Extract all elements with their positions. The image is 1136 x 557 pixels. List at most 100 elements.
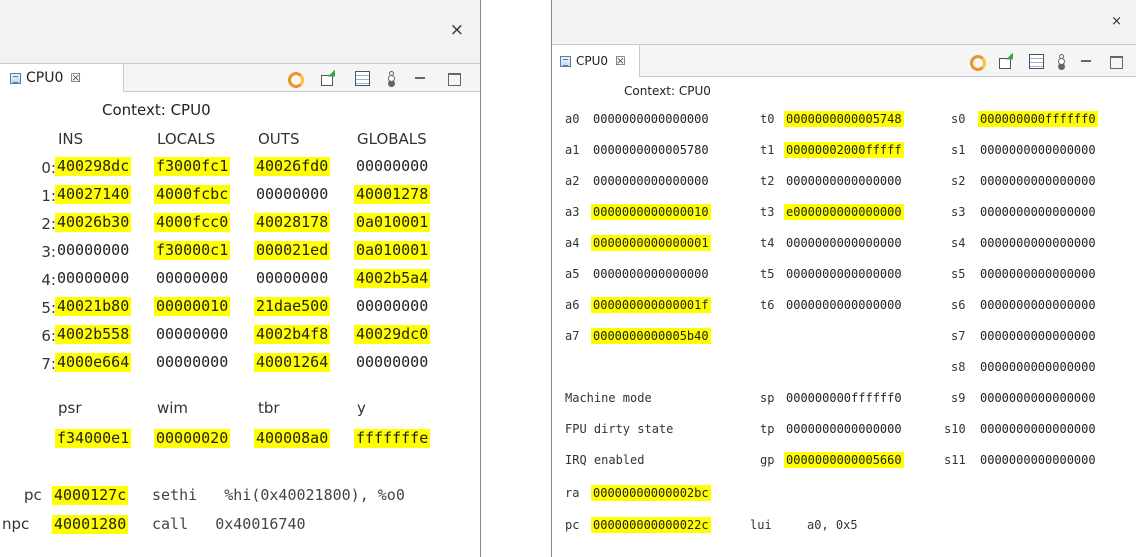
row-label: 4: bbox=[41, 271, 56, 289]
register-value-locals-2[interactable]: 4000fcc0 bbox=[154, 213, 231, 232]
register-value-s8[interactable]: 0000000000000000 bbox=[978, 359, 1098, 375]
register-value-globals-1[interactable]: 40001278 bbox=[354, 185, 431, 204]
view-tab-bar: CPU0 ☒ bbox=[552, 45, 1136, 77]
maximize-icon[interactable] bbox=[1108, 53, 1124, 69]
close-icon[interactable]: × bbox=[450, 20, 464, 40]
register-value-ins-7[interactable]: 4000e664 bbox=[55, 353, 132, 372]
refresh-icon[interactable] bbox=[968, 53, 986, 71]
register-value-ins-1[interactable]: 40027140 bbox=[55, 185, 132, 204]
register-value-s7[interactable]: 0000000000000000 bbox=[978, 328, 1098, 344]
register-value-globals-2[interactable]: 0a010001 bbox=[354, 213, 431, 232]
view-menu-icon[interactable] bbox=[388, 70, 394, 86]
minimize-icon[interactable] bbox=[1078, 53, 1094, 69]
register-value-a1[interactable]: 0000000000005780 bbox=[591, 142, 711, 158]
tab-cpu0[interactable]: CPU0 ☒ bbox=[0, 64, 124, 92]
view-menu-icon[interactable] bbox=[1058, 53, 1064, 69]
register-name: gp bbox=[760, 453, 775, 467]
close-icon[interactable]: × bbox=[1111, 14, 1122, 29]
register-value-t5[interactable]: 0000000000000000 bbox=[784, 266, 904, 282]
view-toolbar bbox=[286, 64, 462, 91]
register-value-ins-3[interactable]: 00000000 bbox=[55, 241, 131, 260]
register-value-a5[interactable]: 0000000000000000 bbox=[591, 266, 711, 282]
register-value-a7[interactable]: 0000000000005b40 bbox=[591, 328, 711, 344]
register-value-s3[interactable]: 0000000000000000 bbox=[978, 204, 1098, 220]
register-value-t1[interactable]: 00000002000fffff bbox=[784, 142, 904, 158]
register-value-s6[interactable]: 0000000000000000 bbox=[978, 297, 1098, 313]
register-value-outs-1[interactable]: 00000000 bbox=[254, 185, 330, 204]
register-value-globals-5[interactable]: 00000000 bbox=[354, 297, 430, 316]
pc-value[interactable]: 000000000000022c bbox=[591, 517, 711, 533]
register-value-s5[interactable]: 0000000000000000 bbox=[978, 266, 1098, 282]
register-value-t6[interactable]: 0000000000000000 bbox=[784, 297, 904, 313]
register-value-t4[interactable]: 0000000000000000 bbox=[784, 235, 904, 251]
export-icon[interactable] bbox=[320, 70, 336, 86]
register-value-globals-0[interactable]: 00000000 bbox=[354, 157, 430, 176]
pc-value[interactable]: 4000127c bbox=[52, 486, 129, 505]
special-header-tbr: tbr bbox=[258, 399, 280, 417]
register-value-outs-2[interactable]: 40028178 bbox=[254, 213, 331, 232]
layout-icon[interactable] bbox=[354, 70, 370, 86]
register-value-locals-6[interactable]: 00000000 bbox=[154, 325, 230, 344]
register-value-a2[interactable]: 0000000000000000 bbox=[591, 173, 711, 189]
register-value-a6[interactable]: 000000000000001f bbox=[591, 297, 711, 313]
register-value-ins-0[interactable]: 400298dc bbox=[55, 157, 132, 176]
register-value-locals-3[interactable]: f30000c1 bbox=[154, 241, 231, 260]
minimize-icon[interactable] bbox=[412, 70, 428, 86]
register-value-outs-4[interactable]: 00000000 bbox=[254, 269, 330, 288]
register-value-tp[interactable]: 0000000000000000 bbox=[784, 421, 904, 437]
register-value-tbr[interactable]: 400008a0 bbox=[254, 429, 331, 448]
register-value-s9[interactable]: 0000000000000000 bbox=[978, 390, 1098, 406]
register-value-t2[interactable]: 0000000000000000 bbox=[784, 173, 904, 189]
tab-close-icon[interactable]: ☒ bbox=[70, 71, 81, 85]
register-value-a4[interactable]: 0000000000000001 bbox=[591, 235, 711, 251]
register-value-globals-7[interactable]: 00000000 bbox=[354, 353, 430, 372]
register-value-s4[interactable]: 0000000000000000 bbox=[978, 235, 1098, 251]
register-value-outs-0[interactable]: 40026fd0 bbox=[254, 157, 331, 176]
register-value-ins-2[interactable]: 40026b30 bbox=[55, 213, 132, 232]
tab-cpu0[interactable]: CPU0 ☒ bbox=[552, 45, 640, 77]
register-value-locals-0[interactable]: f3000fc1 bbox=[154, 157, 231, 176]
register-value-a0[interactable]: 0000000000000000 bbox=[591, 111, 711, 127]
register-value-t3[interactable]: e000000000000000 bbox=[784, 204, 904, 220]
register-value-y[interactable]: fffffffe bbox=[354, 429, 431, 448]
register-value-outs-5[interactable]: 21dae500 bbox=[254, 297, 331, 316]
register-value-psr[interactable]: f34000e1 bbox=[55, 429, 132, 448]
refresh-icon[interactable] bbox=[286, 70, 304, 88]
register-name: s9 bbox=[951, 391, 966, 405]
register-name: a0 bbox=[565, 112, 580, 126]
register-value-outs-7[interactable]: 40001264 bbox=[254, 353, 331, 372]
register-value-ins-6[interactable]: 4002b558 bbox=[55, 325, 132, 344]
maximize-icon[interactable] bbox=[446, 70, 462, 86]
register-name: t0 bbox=[760, 112, 775, 126]
register-value-t0[interactable]: 0000000000005748 bbox=[784, 111, 904, 127]
register-value-s11[interactable]: 0000000000000000 bbox=[978, 452, 1098, 468]
layout-icon[interactable] bbox=[1028, 53, 1044, 69]
ra-value[interactable]: 00000000000002bc bbox=[591, 485, 711, 501]
pc-label: pc bbox=[24, 486, 42, 504]
register-value-globals-6[interactable]: 40029dc0 bbox=[354, 325, 431, 344]
register-value-s0[interactable]: 000000000ffffff0 bbox=[978, 111, 1098, 127]
register-value-s10[interactable]: 0000000000000000 bbox=[978, 421, 1098, 437]
tab-close-icon[interactable]: ☒ bbox=[615, 54, 626, 68]
register-value-locals-4[interactable]: 00000000 bbox=[154, 269, 230, 288]
register-value-s1[interactable]: 0000000000000000 bbox=[978, 142, 1098, 158]
register-value-s2[interactable]: 0000000000000000 bbox=[978, 173, 1098, 189]
register-value-globals-4[interactable]: 4002b5a4 bbox=[354, 269, 431, 288]
register-value-ins-5[interactable]: 40021b80 bbox=[55, 297, 132, 316]
register-value-wim[interactable]: 00000020 bbox=[154, 429, 231, 448]
register-value-ins-4[interactable]: 00000000 bbox=[55, 269, 131, 288]
title-bar: × bbox=[0, 0, 480, 64]
register-value-sp[interactable]: 000000000ffffff0 bbox=[784, 390, 904, 406]
register-value-locals-1[interactable]: 4000fcbc bbox=[154, 185, 231, 204]
export-icon[interactable] bbox=[998, 53, 1014, 69]
register-value-locals-7[interactable]: 00000000 bbox=[154, 353, 230, 372]
npc-value[interactable]: 40001280 bbox=[52, 515, 129, 534]
register-value-a3[interactable]: 0000000000000010 bbox=[591, 204, 711, 220]
register-value-locals-5[interactable]: 00000010 bbox=[154, 297, 231, 316]
register-value-gp[interactable]: 0000000000005660 bbox=[784, 452, 904, 468]
register-name: t3 bbox=[760, 205, 775, 219]
register-value-globals-3[interactable]: 0a010001 bbox=[354, 241, 431, 260]
register-value-outs-3[interactable]: 000021ed bbox=[254, 241, 331, 260]
column-header-outs: OUTS bbox=[258, 130, 300, 148]
register-value-outs-6[interactable]: 4002b4f8 bbox=[254, 325, 331, 344]
